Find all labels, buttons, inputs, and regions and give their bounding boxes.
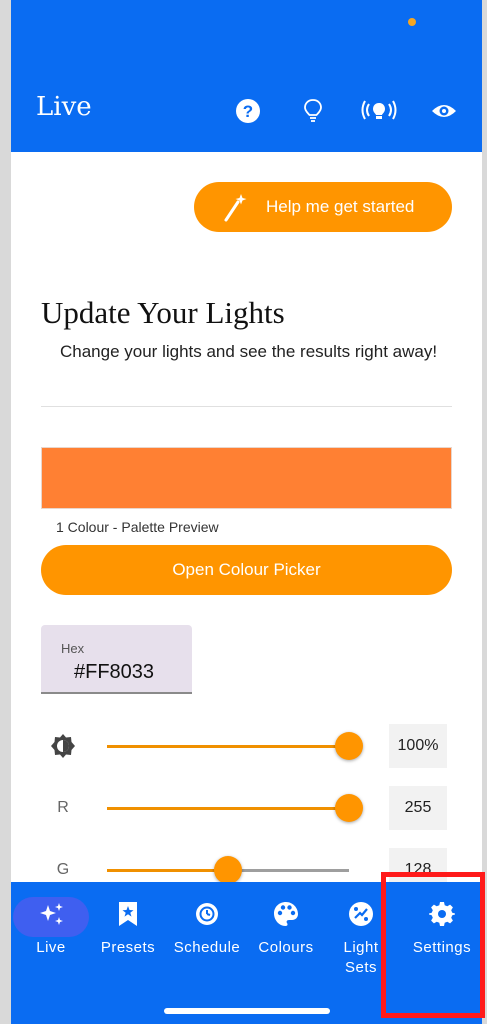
section-title: Update Your Lights [41, 295, 285, 330]
settings-highlight-box [381, 872, 485, 1018]
nav-label: Colours [258, 939, 314, 956]
help-circle-icon[interactable]: ? [233, 97, 263, 125]
slider-thumb[interactable] [214, 856, 243, 882]
slider-label-r: R [57, 799, 69, 816]
app-frame: Live ? Help me get started Update Your L… [0, 0, 487, 1024]
nav-label: Presets [100, 939, 156, 956]
palette-preview-label: 1 Colour - Palette Preview [56, 519, 219, 535]
slider-track[interactable] [107, 807, 349, 810]
page-title: Live [36, 92, 92, 122]
slider-track-remaining [228, 869, 349, 872]
eye-icon[interactable] [429, 97, 459, 125]
hex-input-field[interactable]: Hex #FF8033 [41, 625, 192, 694]
divider [41, 406, 452, 407]
hex-field-value[interactable]: #FF8033 [74, 661, 154, 684]
slider-label-g: G [56, 861, 70, 878]
section-subtitle: Change your lights and see the results r… [60, 342, 438, 361]
top-app-bar: Live ? [11, 0, 482, 152]
nav-label: Live [36, 939, 66, 956]
nav-tab-presets[interactable]: Presets [97, 894, 159, 984]
frame-border-left [0, 0, 11, 1024]
brightness-icon [41, 724, 85, 768]
sparkles-icon [13, 894, 89, 934]
hex-field-label: Hex [61, 641, 85, 656]
help-me-get-started-button[interactable]: Help me get started [194, 182, 452, 232]
slider-value: 255 [389, 786, 447, 830]
svg-text:?: ? [243, 102, 253, 121]
slider-thumb[interactable] [335, 732, 363, 760]
open-colour-picker-button[interactable]: Open Colour Picker [41, 545, 452, 595]
clock-icon [168, 894, 246, 934]
nav-tab-colours[interactable]: Colours [253, 894, 319, 984]
magic-wand-icon [222, 192, 248, 222]
bulb-icon[interactable] [300, 97, 326, 125]
broadcast-light-icon[interactable] [359, 97, 399, 125]
slider-track[interactable] [107, 745, 349, 748]
slider-r: R 255 [41, 786, 452, 830]
nav-tab-schedule[interactable]: Schedule [168, 894, 246, 984]
help-button-label: Help me get started [266, 197, 415, 216]
palette-preview-swatch[interactable] [41, 447, 452, 509]
nav-tab-live[interactable]: Live [13, 894, 89, 984]
palette-icon [253, 894, 319, 934]
main-content: Help me get started Update Your Lights C… [11, 152, 482, 882]
slider-thumb[interactable] [335, 794, 363, 822]
status-indicator-dot [408, 18, 416, 26]
home-indicator[interactable] [164, 1008, 330, 1014]
slider-brightness: 100% [41, 724, 452, 768]
slider-value: 100% [389, 724, 447, 768]
slider-track[interactable] [107, 869, 229, 872]
bookmark-star-icon [97, 894, 159, 934]
nav-label: Schedule [173, 939, 241, 956]
frame-border-right [482, 0, 487, 1024]
